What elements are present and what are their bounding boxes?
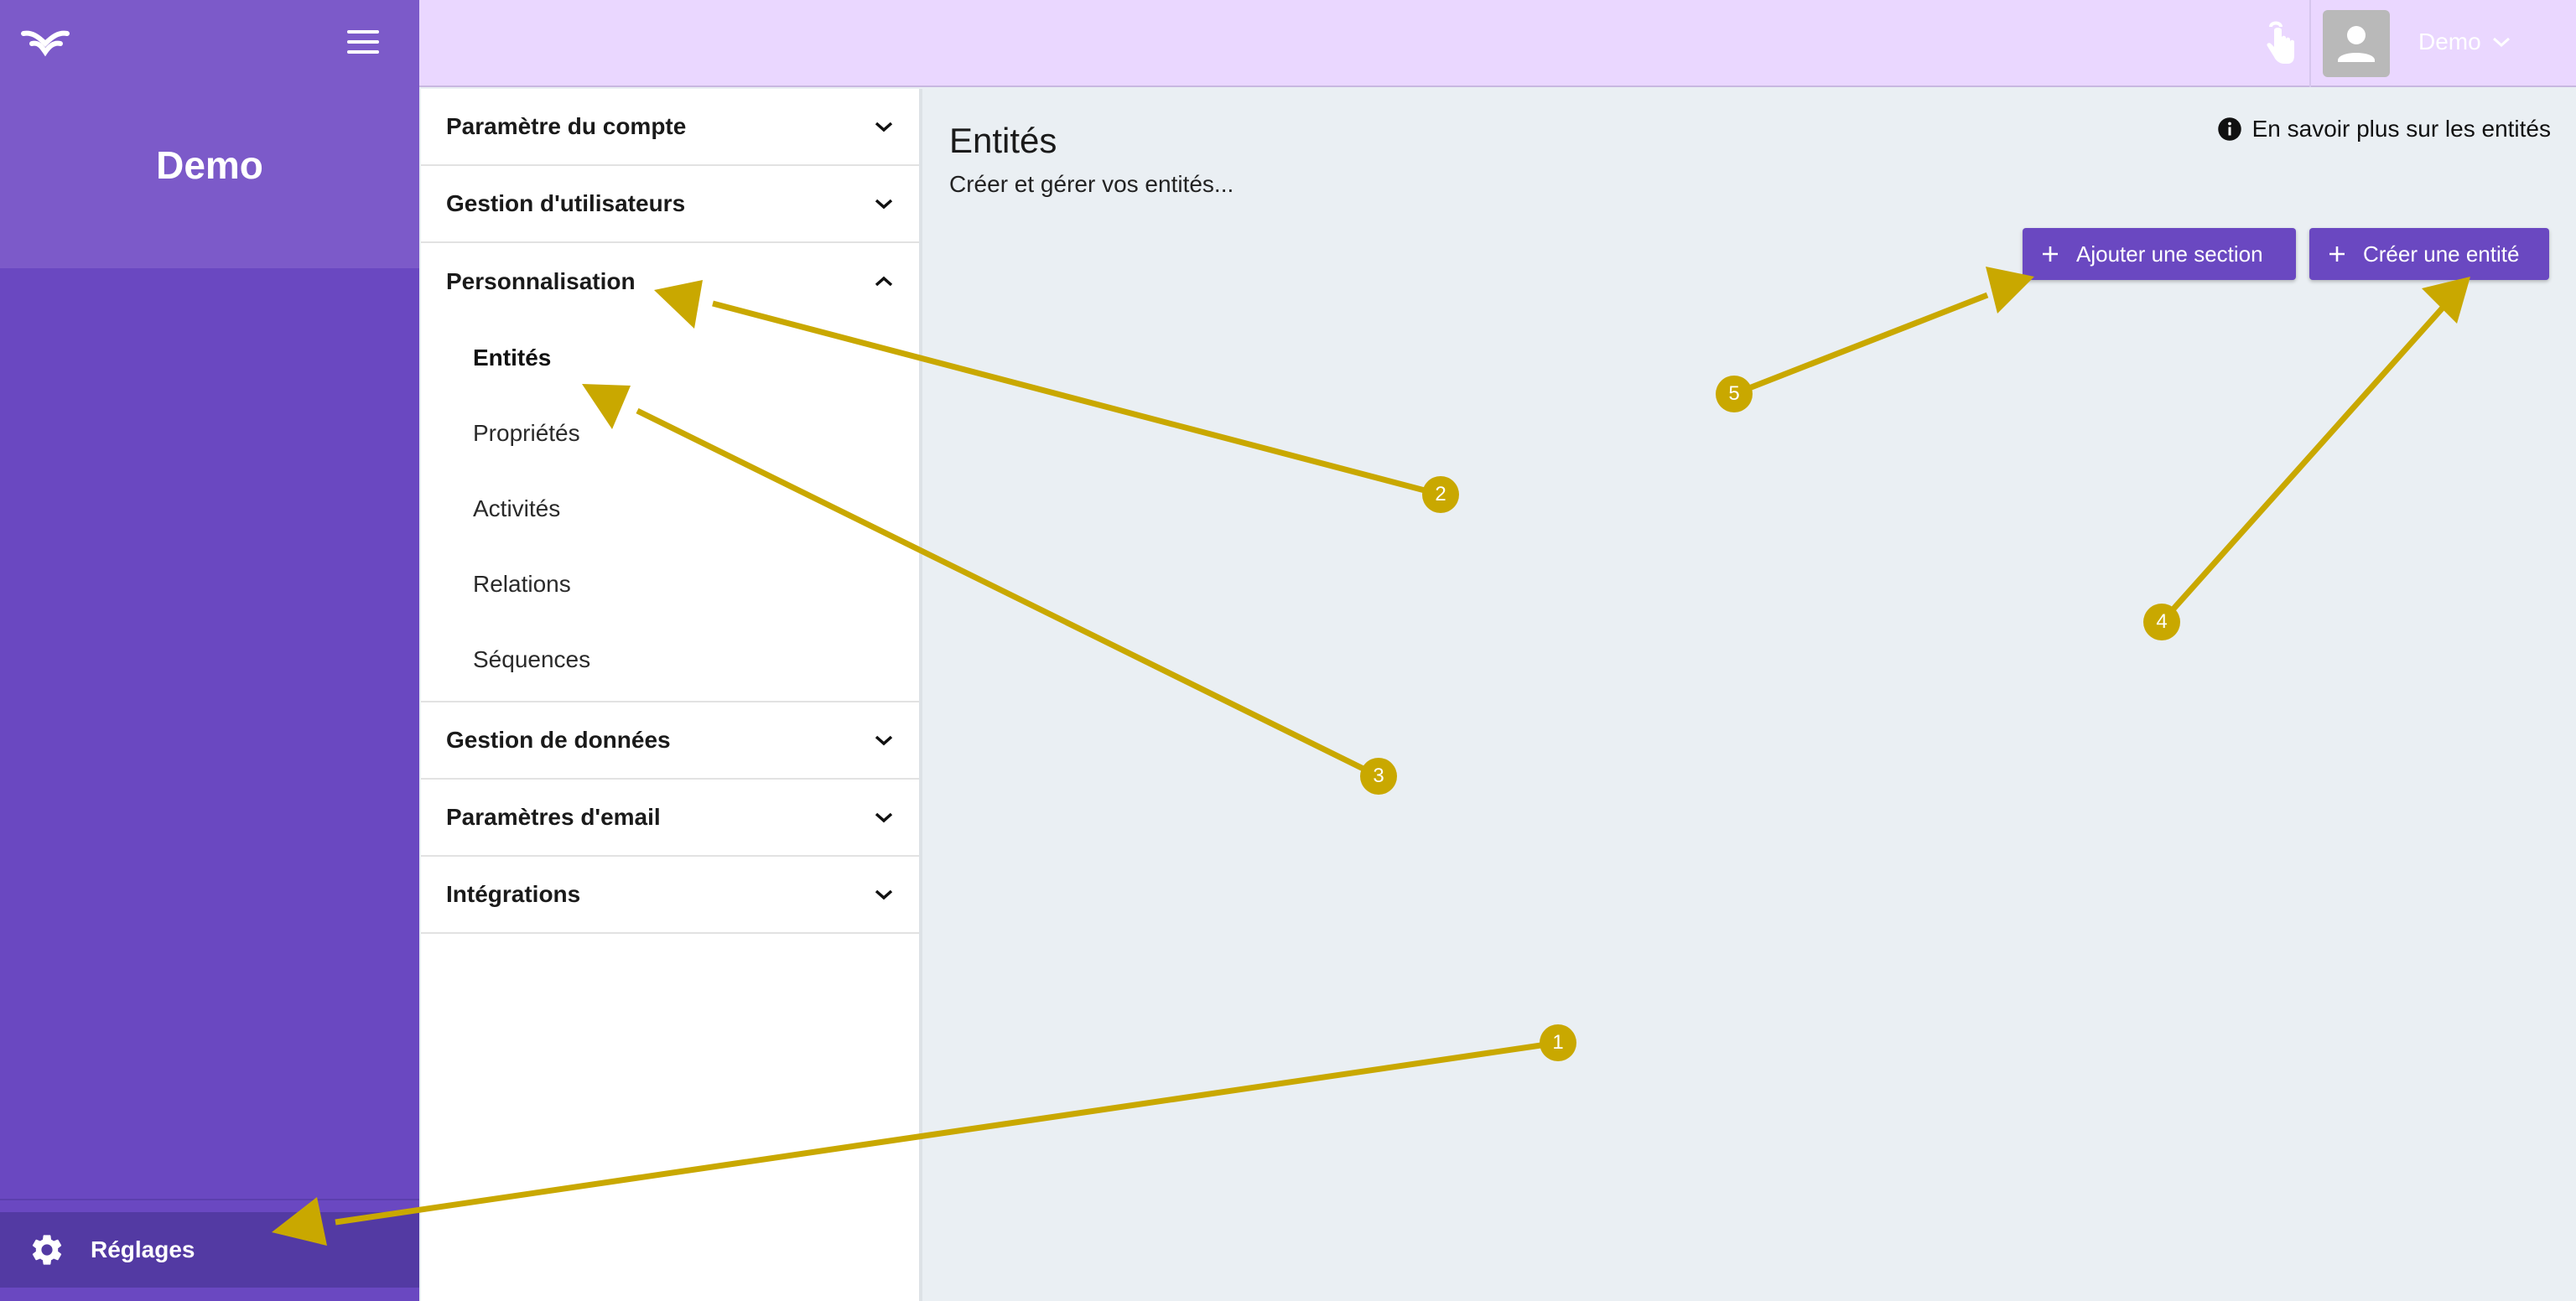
sidebar-item-settings-label: Réglages — [91, 1236, 195, 1262]
plus-icon — [2043, 246, 2058, 262]
page-subtitle: Créer et gérer vos entités... — [949, 171, 1234, 197]
topbar-divider — [2309, 0, 2311, 87]
nav-section-users[interactable]: Gestion d'utilisateurs — [421, 166, 919, 243]
settings-nav: Paramètre du compte Gestion d'utilisateu… — [421, 89, 922, 1301]
info-icon — [2217, 117, 2241, 141]
nav-section-label: Intégrations — [446, 881, 581, 907]
sidebar-item-settings[interactable]: Réglages — [0, 1212, 419, 1288]
nav-section-customization[interactable]: Personnalisation — [421, 243, 919, 320]
nav-section-integrations[interactable]: Intégrations — [421, 857, 919, 934]
nav-item-relations[interactable]: Relations — [421, 547, 919, 622]
learn-more-label: En savoir plus sur les entités — [2251, 116, 2551, 142]
nav-section-account[interactable]: Paramètre du compte — [421, 89, 919, 166]
nav-section-label: Gestion de données — [446, 727, 671, 753]
user-icon — [2338, 26, 2375, 62]
chevron-down-icon — [875, 122, 893, 132]
top-bar — [419, 0, 2576, 87]
chevron-down-icon — [875, 199, 893, 210]
annotation-badge-4: 4 — [2143, 604, 2180, 640]
chevron-down-icon — [875, 735, 893, 746]
touch-hand-icon[interactable] — [2256, 20, 2299, 67]
chevron-up-icon — [875, 276, 893, 287]
nav-section-label: Gestion d'utilisateurs — [446, 190, 686, 216]
add-section-label: Ajouter une section — [2076, 241, 2263, 267]
create-entity-label: Créer une entité — [2363, 241, 2520, 267]
nav-section-label: Paramètres d'email — [446, 804, 661, 830]
nav-item-properties[interactable]: Propriétés — [421, 396, 919, 471]
avatar[interactable] — [2323, 10, 2390, 77]
create-entity-button[interactable]: Créer une entité — [2309, 228, 2549, 280]
page-title: Entités — [949, 121, 1057, 160]
user-name: Demo — [2418, 29, 2481, 54]
customization-items: Entités Propriétés Activités Relations S… — [421, 320, 919, 702]
annotation-badge-1: 1 — [1540, 1024, 1576, 1061]
annotation-badge-3: 3 — [1360, 758, 1397, 795]
nav-item-activities[interactable]: Activités — [421, 471, 919, 547]
sidebar: Demo Réglages — [0, 0, 419, 1301]
nav-item-entities[interactable]: Entités — [421, 320, 919, 396]
sidebar-header: Demo — [0, 0, 419, 268]
nav-section-label: Paramètre du compte — [446, 113, 687, 139]
chevron-down-icon — [875, 889, 893, 900]
nav-section-label: Personnalisation — [446, 268, 636, 294]
user-menu[interactable]: Demo — [2418, 29, 2511, 55]
app-logo-icon[interactable] — [20, 25, 70, 59]
chevron-down-icon — [2492, 37, 2510, 48]
learn-more-link[interactable]: En savoir plus sur les entités — [2217, 116, 2551, 143]
annotation-badge-5: 5 — [1716, 376, 1753, 412]
chevron-down-icon — [875, 812, 893, 823]
plus-icon — [2329, 246, 2345, 262]
nav-item-sequences[interactable]: Séquences — [421, 622, 919, 697]
annotation-badge-2: 2 — [1422, 476, 1459, 513]
nav-section-email[interactable]: Paramètres d'email — [421, 780, 919, 857]
sidebar-divider — [0, 1199, 419, 1200]
organization-name: Demo — [156, 143, 263, 187]
add-section-button[interactable]: Ajouter une section — [2023, 228, 2296, 280]
menu-toggle-icon[interactable] — [347, 30, 381, 57]
gear-icon — [32, 1235, 62, 1265]
nav-section-data[interactable]: Gestion de données — [421, 702, 919, 780]
